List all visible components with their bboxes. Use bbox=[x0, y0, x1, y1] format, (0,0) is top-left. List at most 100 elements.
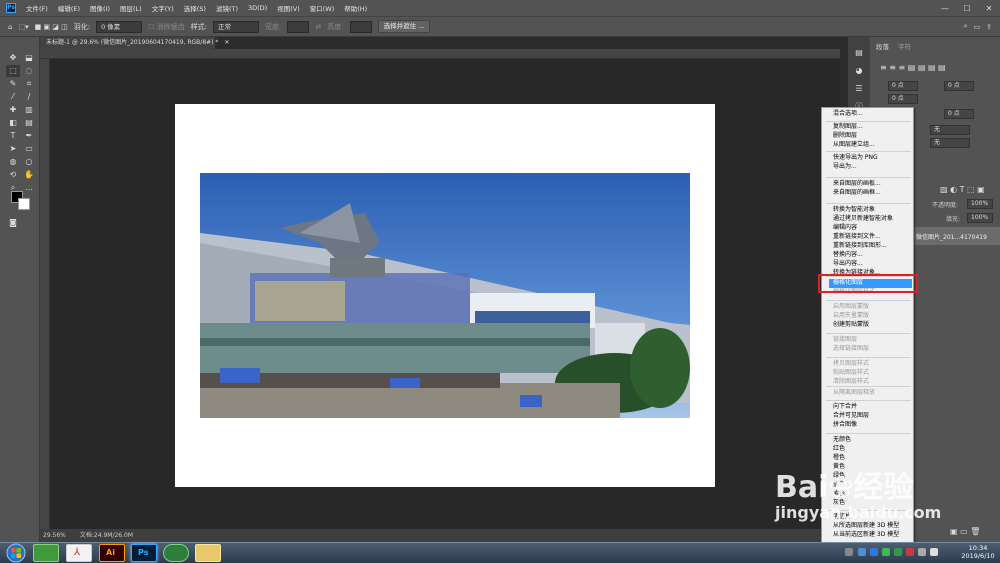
menu-view[interactable]: 视图(V) bbox=[272, 3, 305, 13]
type-tool-icon[interactable]: T bbox=[6, 130, 20, 142]
dodge-tool-icon[interactable]: ○ bbox=[22, 156, 36, 168]
stamp-tool-icon[interactable]: ▥ bbox=[22, 104, 36, 116]
context-menu-item[interactable]: 复制图层... bbox=[833, 123, 863, 131]
fill-input[interactable]: 100% bbox=[967, 213, 993, 223]
context-menu-item[interactable]: 来自图层的画板... bbox=[833, 180, 881, 188]
lasso-tool-icon[interactable]: ◌ bbox=[22, 65, 36, 77]
path-select-tool-icon[interactable]: ➤ bbox=[6, 143, 20, 155]
history-panel-icon[interactable]: ▤ bbox=[853, 47, 865, 59]
context-menu-item[interactable]: 替换内容... bbox=[833, 251, 863, 259]
context-menu-item[interactable]: 无颜色 bbox=[833, 436, 851, 444]
hyphen-select[interactable]: 无 bbox=[930, 125, 970, 135]
menu-layer[interactable]: 图层(L) bbox=[115, 3, 147, 13]
context-menu-item[interactable]: 橙色 bbox=[833, 454, 845, 462]
illustrator-taskbar-icon[interactable]: Ai bbox=[99, 544, 125, 562]
context-menu-item[interactable]: 重新链接到文件... bbox=[833, 233, 881, 241]
rect-marquee-tool-icon[interactable]: ⬚ bbox=[6, 65, 20, 77]
tray-security-icon[interactable] bbox=[870, 548, 878, 556]
horizontal-ruler[interactable] bbox=[40, 49, 840, 59]
tray-app-icon[interactable] bbox=[894, 548, 902, 556]
more-tools-icon[interactable]: … bbox=[22, 182, 36, 194]
context-menu-item[interactable]: 从所选图层新建 3D 模型 bbox=[833, 522, 899, 530]
document-tab[interactable]: 未标题-1 @ 29.6% (微信图片_20190604170419, RGB/… bbox=[40, 37, 229, 49]
selection-mode-icons[interactable]: ■ ▣ ◪ ◫ bbox=[35, 23, 68, 31]
tray-wechat-icon[interactable] bbox=[882, 548, 890, 556]
placed-photo[interactable] bbox=[200, 173, 690, 418]
tray-alert-icon[interactable] bbox=[906, 548, 914, 556]
healing-tool-icon[interactable]: ✚ bbox=[6, 104, 20, 116]
rectangle-tool-icon[interactable]: ▭ bbox=[22, 143, 36, 155]
doc-size[interactable]: 文档:24.9M/26.0M bbox=[80, 529, 133, 542]
tab-close-icon[interactable]: ✕ bbox=[224, 39, 229, 46]
antialias-checkbox[interactable]: ☐ 消除锯齿 bbox=[148, 22, 185, 32]
context-menu-item[interactable]: 导出为... bbox=[833, 163, 857, 171]
tray-network-icon[interactable] bbox=[858, 548, 866, 556]
properties-panel-icon[interactable]: ☰ bbox=[853, 83, 865, 95]
swap-icon[interactable]: ⇄ bbox=[315, 23, 321, 31]
system-clock[interactable]: 10:34 2019/6/10 bbox=[958, 544, 998, 560]
context-menu-item[interactable]: 通过拷贝新建智能对象 bbox=[833, 215, 893, 223]
feather-input[interactable]: 0 像素 bbox=[96, 20, 143, 33]
tab-paragraph[interactable]: 段落 bbox=[876, 41, 889, 51]
context-menu-item[interactable]: 重新链接到库图形... bbox=[833, 242, 887, 250]
zoom-level[interactable]: 29.56% bbox=[43, 529, 66, 542]
style-select[interactable]: 正常 bbox=[212, 20, 259, 33]
context-menu-item[interactable]: 拼合图像 bbox=[833, 421, 857, 429]
context-menu-item[interactable]: 转换为智能对象 bbox=[833, 206, 875, 214]
tab-character[interactable]: 字符 bbox=[898, 41, 911, 51]
share-icon[interactable]: ⇪ bbox=[986, 23, 992, 31]
brush-tool-icon[interactable]: ∕ bbox=[22, 91, 36, 103]
context-menu-item[interactable]: 编辑内容 bbox=[833, 224, 857, 232]
select-and-mask-button[interactable]: 选择并遮住 ... bbox=[377, 20, 431, 33]
quick-mask-icon[interactable]: ◙ bbox=[6, 217, 20, 229]
width-input[interactable] bbox=[287, 20, 310, 33]
marquee-preset-icon[interactable]: ⬚▾ bbox=[18, 23, 28, 31]
workspace-icon[interactable]: ▭ bbox=[974, 23, 981, 31]
start-button-icon[interactable] bbox=[2, 543, 30, 563]
eraser-tool-icon[interactable]: ◧ bbox=[6, 117, 20, 129]
layer-footer-icons[interactable]: ▣ ▭ 🗑 bbox=[950, 527, 980, 536]
indent-left-input[interactable]: 0 点 bbox=[888, 81, 918, 91]
context-menu-item[interactable]: 混合选项... bbox=[833, 110, 863, 118]
context-menu-item[interactable]: 红色 bbox=[833, 445, 845, 453]
context-menu-item[interactable]: 删除图层 bbox=[833, 132, 857, 140]
hand-tool-icon[interactable]: ✋ bbox=[22, 169, 36, 181]
menu-image[interactable]: 图像(I) bbox=[85, 3, 115, 13]
menu-window[interactable]: 窗口(W) bbox=[305, 3, 340, 13]
tray-flag-icon[interactable] bbox=[918, 548, 926, 556]
height-input[interactable] bbox=[349, 20, 372, 33]
indent-first-input[interactable]: 0 点 bbox=[888, 94, 918, 104]
layer-filter-icons[interactable]: ▨ ◐ T ⬚ ▣ bbox=[940, 185, 985, 194]
menu-filter[interactable]: 滤镜(T) bbox=[211, 3, 243, 13]
menu-3d[interactable]: 3D(D) bbox=[243, 4, 272, 12]
context-menu-item[interactable]: 向下合并 bbox=[833, 403, 857, 411]
browser-taskbar-icon[interactable] bbox=[33, 544, 59, 562]
context-menu-item[interactable]: 从图层建立组... bbox=[833, 141, 875, 149]
indent-right-input[interactable]: 0 点 bbox=[944, 81, 974, 91]
photoshop-taskbar-icon[interactable]: Ps bbox=[131, 544, 157, 562]
artboard-tool-icon[interactable]: ⬓ bbox=[22, 52, 36, 64]
pdf-taskbar-icon[interactable]: ⅄ bbox=[66, 544, 92, 562]
context-menu-item[interactable]: 来自图层的画框... bbox=[833, 189, 881, 197]
menu-help[interactable]: 帮助(H) bbox=[339, 3, 372, 13]
menu-type[interactable]: 文字(Y) bbox=[147, 3, 179, 13]
maximize-button[interactable]: ☐ bbox=[956, 4, 978, 13]
menu-file[interactable]: 文件(F) bbox=[21, 3, 53, 13]
context-menu-item[interactable]: 栅格化图层 bbox=[833, 279, 863, 287]
context-menu-item[interactable]: 从当前选区新建 3D 模型 bbox=[833, 531, 899, 539]
space-after-input[interactable]: 0 点 bbox=[944, 109, 974, 119]
blur-tool-icon[interactable]: ◍ bbox=[6, 156, 20, 168]
home-icon[interactable]: ⌂ bbox=[8, 23, 12, 31]
pen-tool-icon[interactable]: ✒ bbox=[22, 130, 36, 142]
menu-edit[interactable]: 编辑(E) bbox=[53, 3, 85, 13]
tray-arrow-icon[interactable] bbox=[845, 548, 853, 556]
context-menu-item[interactable]: 快速导出为 PNG bbox=[833, 154, 878, 162]
close-window-button[interactable]: ✕ bbox=[978, 4, 1000, 13]
menu-select[interactable]: 选择(S) bbox=[179, 3, 211, 13]
folder-taskbar-icon[interactable] bbox=[195, 544, 221, 562]
context-menu-item[interactable]: 导出内容... bbox=[833, 260, 863, 268]
composer-select[interactable]: 无 bbox=[930, 138, 970, 148]
opacity-input[interactable]: 100% bbox=[967, 199, 993, 209]
eyedropper-tool-icon[interactable]: ⁄ bbox=[6, 91, 20, 103]
minimize-button[interactable]: — bbox=[934, 4, 956, 13]
